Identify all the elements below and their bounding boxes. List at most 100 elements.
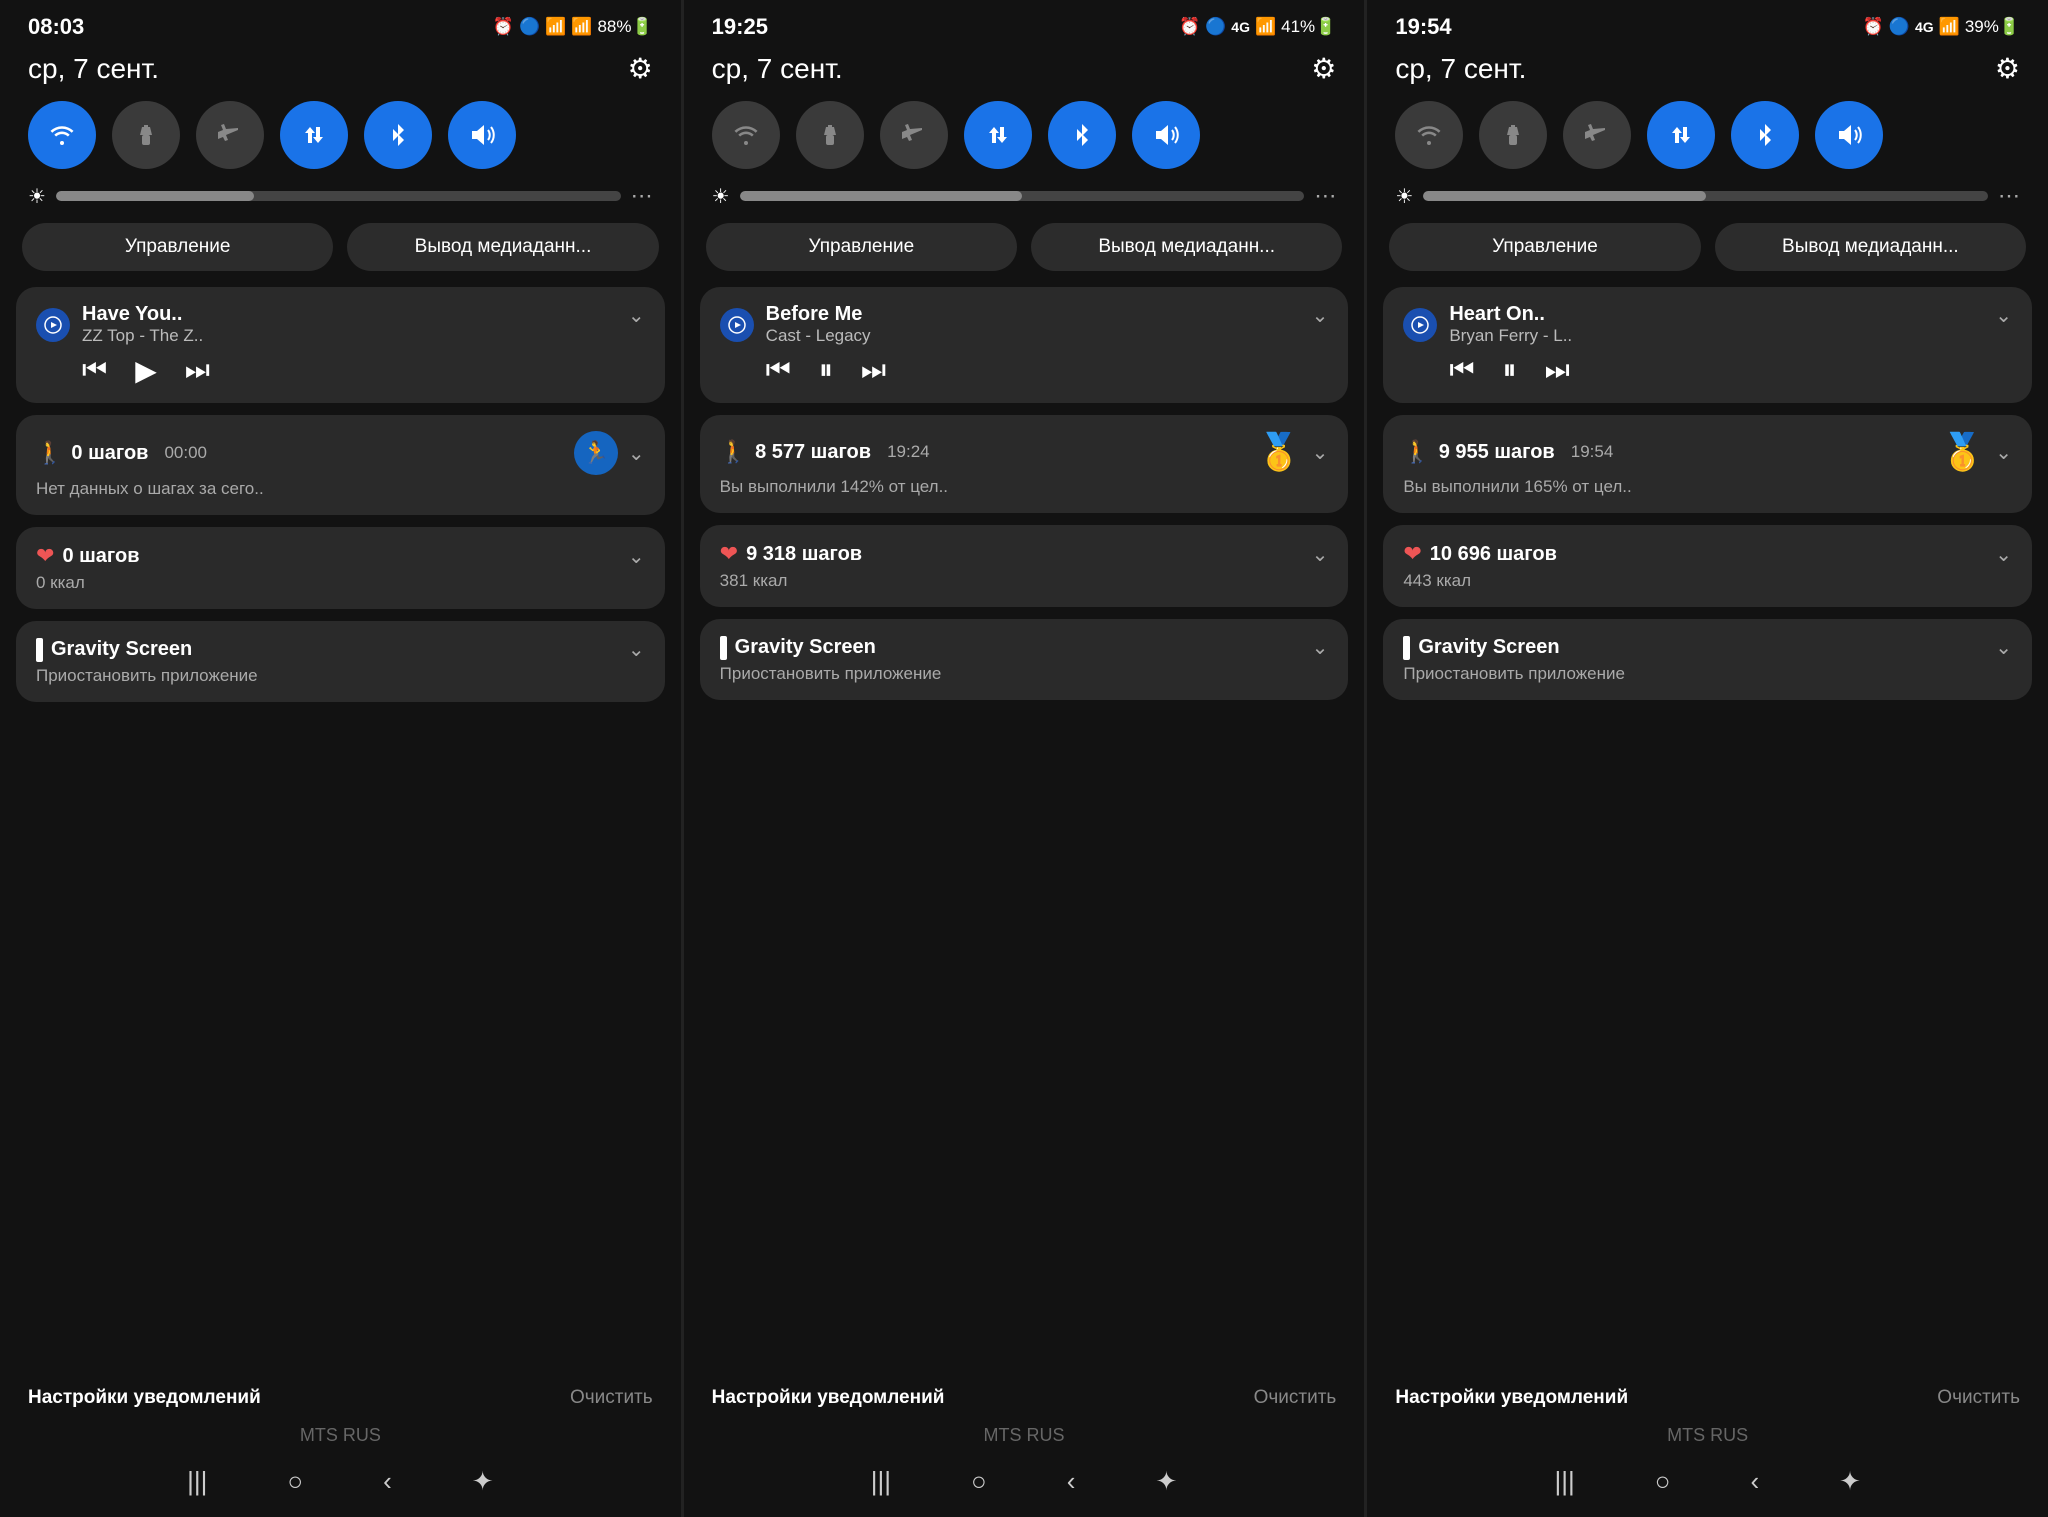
date-label: ср, 7 сент. (712, 53, 843, 85)
toggle-data[interactable] (280, 101, 348, 169)
steps2-chevron[interactable]: ⌄ (628, 544, 645, 569)
toggle-volume[interactable] (448, 101, 516, 169)
media-next-button[interactable]: ⏭ (185, 354, 210, 387)
steps1-chevron[interactable]: ⌄ (1995, 440, 2012, 465)
brightness-row: ☀ ⋯ (0, 181, 681, 221)
tab-media-output[interactable]: Вывод медиаданн... (347, 223, 658, 271)
tab-media-output[interactable]: Вывод медиаданн... (1715, 223, 2026, 271)
navigation-bar: ||| ○ ‹ ✦ (0, 1452, 681, 1517)
notification-bottom-bar: Настройки уведомлений Очистить (684, 1375, 1365, 1415)
steps1-desc: Вы выполнили 142% от цел.. (720, 477, 1329, 497)
media-prev-button[interactable]: ⏮ (1449, 354, 1474, 387)
toggle-wifi[interactable] (1395, 101, 1463, 169)
media-expand-chevron[interactable]: ⌄ (1312, 303, 1329, 328)
date-label: ср, 7 сент. (1395, 53, 1526, 85)
toggle-wifi[interactable] (712, 101, 780, 169)
nav-assistant-button[interactable]: ✦ (1155, 1466, 1177, 1497)
carrier-label: MTS RUS (0, 1415, 681, 1452)
notification-settings-button[interactable]: Настройки уведомлений (712, 1387, 945, 1409)
gravity-chevron[interactable]: ⌄ (1995, 635, 2012, 660)
brightness-dots[interactable]: ⋯ (1998, 183, 2020, 209)
toggle-data[interactable] (964, 101, 1032, 169)
toggle-bluetooth[interactable] (364, 101, 432, 169)
media-title: Heart On.. (1449, 303, 1572, 326)
media-text: Before MeCast - Legacy (766, 303, 871, 346)
carrier-label: MTS RUS (1367, 1415, 2048, 1452)
date-label: ср, 7 сент. (28, 53, 159, 85)
nav-home-button[interactable]: ○ (1655, 1466, 1671, 1497)
nav-assistant-button[interactable]: ✦ (472, 1466, 494, 1497)
toggle-airplane[interactable] (880, 101, 948, 169)
nav-back-button[interactable]: ‹ (1067, 1466, 1076, 1497)
steps1-chevron[interactable]: ⌄ (1312, 440, 1329, 465)
brightness-dots[interactable]: ⋯ (1314, 183, 1336, 209)
media-pause-button[interactable]: ⏸ (1503, 354, 1517, 387)
media-expand-chevron[interactable]: ⌄ (628, 303, 645, 328)
media-next-button[interactable]: ⏭ (861, 354, 886, 387)
toggle-bluetooth[interactable] (1731, 101, 1799, 169)
tab-manage[interactable]: Управление (1389, 223, 1700, 271)
gravity-subtitle: Приостановить приложение (36, 666, 645, 686)
brightness-track[interactable] (56, 191, 621, 201)
media-player-card: Heart On..Bryan Ferry - L..⌄⏮⏸⏭ (1383, 287, 2032, 403)
toggle-volume[interactable] (1132, 101, 1200, 169)
brightness-track[interactable] (740, 191, 1305, 201)
phone-panel-3: 19:54⏰🔵4G📶39%🔋ср, 7 сент.⚙ ☀ ⋯ Управлени… (1367, 0, 2048, 1517)
nav-assistant-button[interactable]: ✦ (1839, 1466, 1861, 1497)
carrier-label: MTS RUS (684, 1415, 1365, 1452)
status-right-icons: ⏰🔵📶📶88%🔋 (493, 17, 653, 37)
steps1-chevron[interactable]: ⌄ (628, 441, 645, 466)
media-subtitle: ZZ Top - The Z.. (82, 326, 203, 346)
media-prev-button[interactable]: ⏮ (766, 354, 791, 387)
nav-home-button[interactable]: ○ (287, 1466, 303, 1497)
steps2-left: ❤0 шагов (36, 543, 140, 569)
media-subtitle: Cast - Legacy (766, 326, 871, 346)
notification-settings-button[interactable]: Настройки уведомлений (28, 1387, 261, 1409)
media-prev-button[interactable]: ⏮ (82, 354, 107, 387)
toggle-bluetooth[interactable] (1048, 101, 1116, 169)
notification-clear-button[interactable]: Очистить (1254, 1387, 1337, 1409)
settings-gear-icon[interactable]: ⚙ (1995, 52, 2020, 85)
toggle-torch[interactable] (1479, 101, 1547, 169)
gravity-chevron[interactable]: ⌄ (628, 637, 645, 662)
nav-recents-button[interactable]: ||| (871, 1466, 891, 1497)
tab-manage[interactable]: Управление (22, 223, 333, 271)
settings-gear-icon[interactable]: ⚙ (1311, 52, 1336, 85)
nav-back-button[interactable]: ‹ (383, 1466, 392, 1497)
steps2-chevron[interactable]: ⌄ (1312, 542, 1329, 567)
steps-icon: 🚶 (720, 439, 747, 465)
nav-recents-button[interactable]: ||| (1554, 1466, 1574, 1497)
steps1-time: 19:54 (1571, 442, 1614, 462)
notification-settings-button[interactable]: Настройки уведомлений (1395, 1387, 1628, 1409)
brightness-dots[interactable]: ⋯ (631, 183, 653, 209)
toggle-wifi[interactable] (28, 101, 96, 169)
steps2-kcal: 0 ккал (36, 573, 645, 593)
notification-clear-button[interactable]: Очистить (570, 1387, 653, 1409)
media-next-button[interactable]: ⏭ (1545, 354, 1570, 387)
media-play-button[interactable]: ▶ (135, 354, 157, 387)
media-app-icon (36, 308, 70, 342)
steps2-chevron[interactable]: ⌄ (1995, 542, 2012, 567)
toggle-airplane[interactable] (196, 101, 264, 169)
media-pause-button[interactable]: ⏸ (819, 354, 833, 387)
toggle-volume[interactable] (1815, 101, 1883, 169)
nav-home-button[interactable]: ○ (971, 1466, 987, 1497)
quick-toggle-row (1367, 95, 2048, 181)
nav-recents-button[interactable]: ||| (187, 1466, 207, 1497)
gravity-chevron[interactable]: ⌄ (1312, 635, 1329, 660)
media-expand-chevron[interactable]: ⌄ (1995, 303, 2012, 328)
tab-manage[interactable]: Управление (706, 223, 1017, 271)
toggle-airplane[interactable] (1563, 101, 1631, 169)
toggle-data[interactable] (1647, 101, 1715, 169)
toggle-torch[interactable] (796, 101, 864, 169)
nav-back-button[interactable]: ‹ (1750, 1466, 1759, 1497)
tab-media-output[interactable]: Вывод медиаданн... (1031, 223, 1342, 271)
settings-gear-icon[interactable]: ⚙ (628, 52, 653, 85)
toggle-torch[interactable] (112, 101, 180, 169)
steps2-count: 9 318 шагов (746, 543, 862, 566)
notification-clear-button[interactable]: Очистить (1937, 1387, 2020, 1409)
brightness-icon: ☀ (1395, 184, 1413, 209)
date-row: ср, 7 сент. ⚙ (684, 48, 1365, 95)
steps1-left: 🚶8 577 шагов19:24 (720, 439, 930, 465)
brightness-track[interactable] (1423, 191, 1988, 201)
